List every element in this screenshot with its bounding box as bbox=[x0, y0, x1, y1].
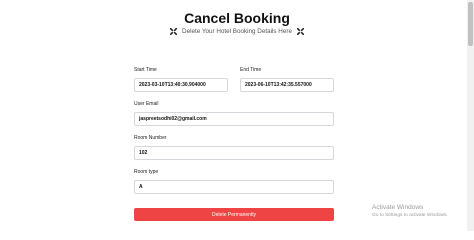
room-type-label: Room type bbox=[134, 169, 159, 175]
room-number-input[interactable]: 102 bbox=[134, 146, 334, 160]
end-time-input[interactable]: 2023-06-10T13:42:35.557000 bbox=[240, 78, 334, 92]
cancel-booking-page: Cancel Booking Delete Your Hotel Booking… bbox=[0, 0, 474, 231]
scrollbar-thumb[interactable] bbox=[468, 2, 473, 46]
watermark-subtitle: Go to Settings to activate Windows. bbox=[372, 213, 448, 218]
page-subtitle: Delete Your Hotel Booking Details Here bbox=[0, 28, 474, 35]
x-cross-icon bbox=[170, 28, 178, 35]
room-type-input[interactable]: A bbox=[134, 180, 334, 194]
room-number-label: Room Number bbox=[134, 135, 167, 141]
start-time-label: Start Time bbox=[134, 67, 157, 73]
page-title: Cancel Booking bbox=[184, 10, 290, 26]
activate-windows-watermark: Activate Windows Go to Settings to activ… bbox=[372, 204, 448, 218]
delete-permanently-button[interactable]: Delete Permanently bbox=[134, 208, 334, 221]
end-time-label: End Time bbox=[240, 67, 262, 73]
start-time-input[interactable]: 2023-03-10T13:40:30.904000 bbox=[134, 78, 228, 92]
scrollbar[interactable] bbox=[467, 0, 474, 231]
x-cross-icon bbox=[296, 28, 304, 35]
user-email-label: User Email bbox=[134, 101, 159, 107]
subtitle-text: Delete Your Hotel Booking Details Here bbox=[182, 28, 292, 35]
watermark-title: Activate Windows bbox=[372, 204, 424, 211]
user-email-input[interactable]: jaspreetsodhi02@gmail.com bbox=[134, 112, 334, 126]
